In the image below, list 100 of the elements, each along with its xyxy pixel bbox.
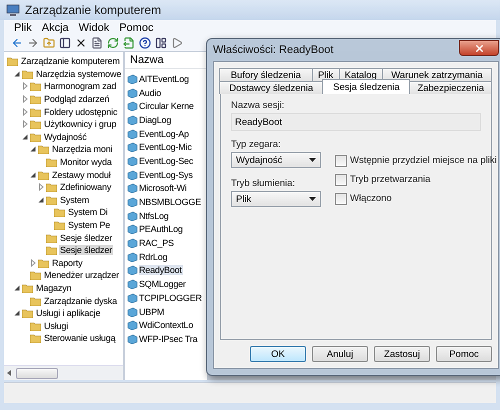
menu-item[interactable]: Pomoc bbox=[115, 22, 158, 34]
list-item[interactable]: RAC_PS bbox=[139, 238, 175, 248]
back-icon[interactable] bbox=[10, 36, 23, 50]
list-item[interactable]: EventLog-Ap bbox=[139, 128, 190, 139]
tree-item[interactable]: System bbox=[59, 194, 90, 205]
menu-item[interactable]: Akcja bbox=[38, 22, 73, 34]
tree-item[interactable]: Zdefiniowany bbox=[59, 182, 112, 192]
list-item[interactable]: NtfsLog bbox=[139, 210, 170, 221]
list-item[interactable]: RdrLog bbox=[139, 252, 168, 262]
tab[interactable]: Bufory śledzenia bbox=[219, 68, 313, 81]
tree-item[interactable]: Narzędzia moni bbox=[51, 144, 114, 154]
menu-item[interactable]: Widok bbox=[74, 22, 114, 34]
list-item[interactable]: SQMLogger bbox=[139, 279, 187, 290]
tree-item[interactable]: Magazyn bbox=[35, 282, 72, 293]
panel-icon[interactable] bbox=[154, 36, 167, 50]
document-icon[interactable] bbox=[90, 36, 103, 50]
tree-item[interactable]: Narzędzia systemowe bbox=[35, 68, 122, 79]
list-item[interactable]: AITEventLog bbox=[139, 74, 190, 84]
folder-icon bbox=[38, 170, 49, 180]
folder-icon bbox=[30, 81, 41, 92]
expand-arrow-icon[interactable] bbox=[29, 145, 37, 154]
tree-item[interactable]: Sesje śledzer bbox=[59, 232, 114, 243]
tree-item[interactable]: Zarządzanie dyska bbox=[43, 296, 118, 306]
tab[interactable]: Sesja śledzenia bbox=[322, 79, 410, 94]
tab[interactable]: Dostawcy śledzenia bbox=[219, 81, 324, 94]
tree-item[interactable]: Foldery udostępnic bbox=[43, 106, 118, 117]
cube-icon bbox=[127, 334, 138, 344]
list-item[interactable]: Microsoft-Wi bbox=[139, 183, 188, 194]
checkbox[interactable] bbox=[335, 174, 347, 186]
expand-arrow-icon[interactable] bbox=[13, 70, 21, 78]
expand-arrow-icon[interactable] bbox=[13, 309, 21, 318]
cube-icon bbox=[127, 292, 138, 303]
cube-icon bbox=[127, 142, 138, 152]
forward-icon[interactable] bbox=[26, 36, 39, 50]
list-item[interactable]: ReadyBoot bbox=[139, 265, 183, 276]
stream-mode-dropdown[interactable]: Plik bbox=[231, 191, 321, 207]
expand-arrow-icon[interactable] bbox=[21, 132, 29, 141]
horizontal-scrollbar[interactable] bbox=[4, 365, 123, 380]
tree-item[interactable]: Menedżer urządzer bbox=[43, 270, 120, 280]
cube-icon bbox=[127, 279, 138, 290]
checkbox[interactable] bbox=[335, 192, 347, 204]
export-icon[interactable] bbox=[122, 36, 135, 50]
folder-icon bbox=[30, 94, 41, 104]
list-item[interactable]: EventLog-Sec bbox=[139, 156, 194, 166]
dialog-button[interactable]: Pomoc bbox=[436, 346, 492, 362]
list-item[interactable]: EventLog-Mic bbox=[139, 142, 193, 152]
folder-icon bbox=[22, 68, 33, 79]
folder-icon bbox=[30, 132, 41, 142]
folder-icon bbox=[30, 320, 41, 331]
expand-arrow-icon[interactable] bbox=[13, 284, 21, 292]
cube-icon bbox=[127, 210, 138, 221]
list-item[interactable]: TCPIPLOGGER bbox=[139, 292, 203, 303]
tree-item[interactable]: Sesje śledzer bbox=[59, 245, 114, 256]
tab[interactable]: Zabezpieczenia bbox=[409, 81, 492, 94]
dialog-button[interactable]: OK bbox=[250, 346, 306, 362]
cube-icon bbox=[127, 252, 138, 262]
session-name-field[interactable]: ReadyBoot bbox=[231, 113, 481, 131]
cube-icon bbox=[127, 183, 138, 194]
list-item[interactable]: EventLog-Sys bbox=[139, 170, 194, 180]
list-item[interactable]: DiagLog bbox=[139, 114, 172, 125]
refresh-icon[interactable] bbox=[106, 36, 119, 50]
expand-arrow-icon[interactable] bbox=[29, 170, 37, 179]
folder-icon bbox=[30, 270, 41, 280]
panel-icon[interactable] bbox=[58, 36, 71, 50]
list-item[interactable]: WFP-IPsec Tra bbox=[139, 334, 198, 344]
tree-item[interactable]: Usługi bbox=[43, 320, 70, 331]
tree-item[interactable]: Raporty bbox=[51, 258, 84, 268]
dialog-button[interactable]: Anuluj bbox=[312, 346, 368, 362]
menu-item[interactable]: Plik bbox=[10, 22, 36, 34]
folder-icon bbox=[30, 119, 41, 130]
tree-item[interactable]: Wydajność bbox=[43, 132, 88, 142]
folder-icon bbox=[7, 56, 18, 66]
cube-icon bbox=[127, 74, 138, 84]
list-item[interactable]: UBPM bbox=[139, 306, 166, 317]
tree-item[interactable]: Monitor wyda bbox=[59, 157, 113, 168]
tree-item[interactable]: System Pe bbox=[67, 220, 112, 230]
tree-item[interactable]: Sterowanie usługą bbox=[43, 333, 116, 344]
expand-arrow-icon[interactable] bbox=[37, 196, 45, 204]
list-item[interactable]: NBSMBLOGGE bbox=[139, 197, 202, 208]
clock-type-dropdown[interactable]: Wydajność bbox=[231, 152, 321, 168]
dialog-button[interactable]: Zastosuj bbox=[374, 346, 430, 362]
tab[interactable]: Warunek zatrzymania bbox=[382, 68, 492, 81]
help-icon[interactable] bbox=[138, 36, 151, 50]
window-title: Zarządzanie komputerem bbox=[25, 3, 162, 17]
tree-item[interactable]: Usługi i aplikacje bbox=[35, 308, 102, 318]
scroll-left-icon[interactable] bbox=[7, 370, 12, 376]
close-button[interactable] bbox=[459, 40, 499, 56]
list-item[interactable]: PEAuthLog bbox=[139, 224, 184, 234]
folder-icon bbox=[46, 194, 57, 205]
list-item[interactable]: WdiContextLo bbox=[139, 320, 194, 330]
checkbox[interactable] bbox=[335, 154, 347, 166]
cube-icon bbox=[127, 306, 138, 317]
tree-item[interactable]: Harmonogram zad bbox=[43, 81, 118, 92]
tree-item[interactable]: Podgląd zdarzeń bbox=[43, 94, 110, 104]
tree-item[interactable]: Zestawy moduł bbox=[51, 170, 112, 180]
tree-item[interactable]: Użytkownicy i grup bbox=[43, 119, 118, 130]
tree-item[interactable]: System Di bbox=[67, 207, 109, 218]
tree-item[interactable]: Zarządzanie komputerem bbox=[20, 56, 121, 66]
list-item[interactable]: Circular Kerne bbox=[139, 101, 195, 112]
list-item[interactable]: Audio bbox=[139, 88, 162, 98]
